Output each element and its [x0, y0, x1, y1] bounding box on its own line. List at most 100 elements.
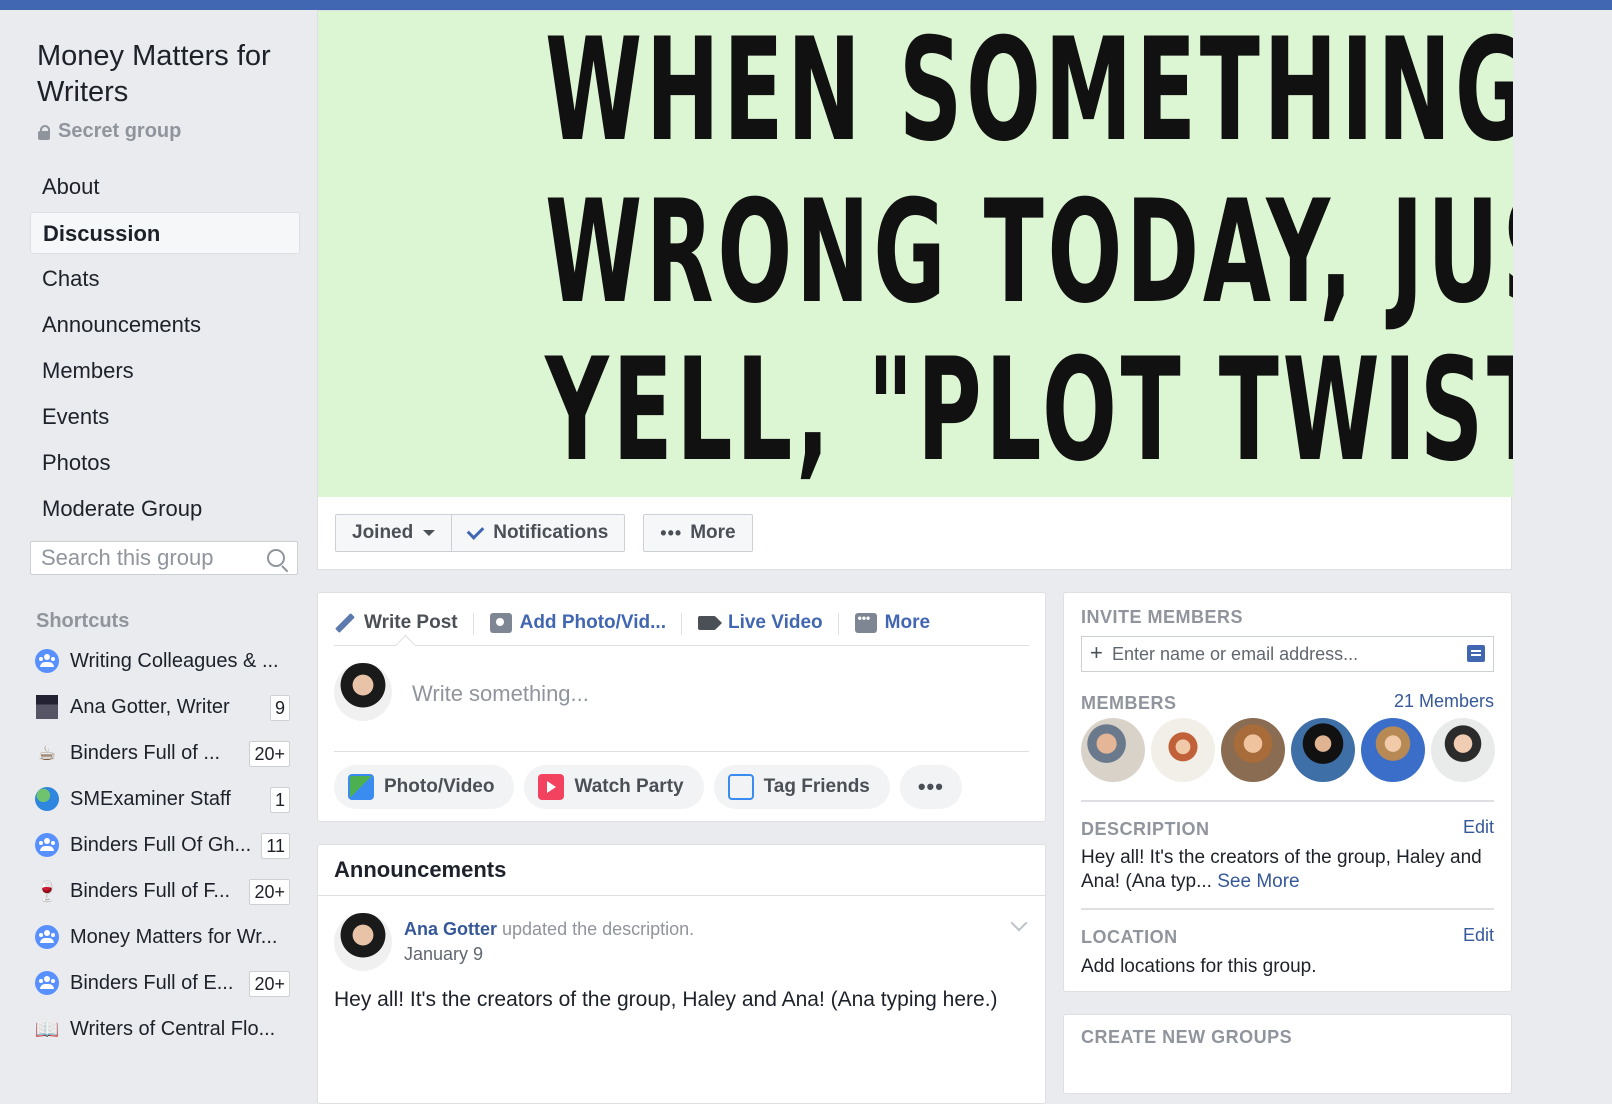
note-icon[interactable] [1467, 645, 1485, 662]
shortcut-label: Writers of Central Flo... [70, 1017, 276, 1040]
cover-photo[interactable]: WHEN SOMETHING GOES WRONG TODAY, JUST YE… [318, 11, 1513, 497]
book-icon: 📖 [34, 1018, 60, 1041]
shortcut-label: Ana Gotter, Writer [70, 695, 230, 718]
announcement-header: Ana Gotter updated the description. [404, 919, 694, 940]
member-avatar[interactable] [1431, 718, 1495, 782]
search-icon[interactable] [267, 549, 285, 567]
pencil-icon [334, 613, 356, 633]
watch-party-button[interactable]: Watch Party [524, 765, 704, 809]
create-new-groups-label: CREATE NEW GROUPS [1081, 1027, 1293, 1047]
shortcut-item[interactable]: Binders Full of E... 20+ [34, 960, 296, 1006]
post-composer: Write Post Add Photo/Vid... Live Video M… [317, 592, 1046, 822]
write-something-input[interactable] [410, 675, 1014, 713]
members-count-link[interactable]: 21 Members [1394, 691, 1494, 712]
more-options-button[interactable]: ••• [899, 765, 962, 809]
tab-write-post-label: Write Post [364, 612, 458, 633]
nav-item-moderate-group[interactable]: Moderate Group [30, 488, 300, 530]
nav-item-members[interactable]: Members [30, 350, 300, 392]
nav-item-events[interactable]: Events [30, 396, 300, 438]
shortcut-item[interactable]: Ana Gotter, Writer 9 [34, 684, 296, 730]
shortcut-label: SMExaminer Staff [70, 787, 231, 810]
photo-video-button[interactable]: Photo/Video [334, 765, 515, 809]
shortcut-badge: 1 [269, 787, 290, 813]
member-avatar[interactable] [1291, 718, 1355, 782]
cover-text-line: WHEN SOMETHING GOES [545, 11, 1513, 173]
nav-item-photos[interactable]: Photos [30, 442, 300, 484]
shortcut-item[interactable]: 📖 Writers of Central Flo... [34, 1006, 296, 1052]
video-camera-icon [697, 613, 720, 633]
tab-more[interactable]: More [854, 601, 946, 645]
notifications-label: Notifications [493, 522, 609, 543]
nav-item-discussion[interactable]: Discussion [30, 212, 300, 254]
nav-item-chats[interactable]: Chats [30, 258, 300, 300]
joined-button[interactable]: Joined [335, 514, 452, 552]
composer-actions: Photo/Video Watch Party Tag Friends ••• [334, 765, 962, 809]
photo-video-label: Photo/Video [384, 776, 495, 797]
avatar[interactable] [334, 663, 392, 721]
member-avatar[interactable] [1151, 718, 1215, 782]
more-button[interactable]: ••• More [643, 514, 753, 552]
group-icon [34, 924, 60, 950]
lock-icon [38, 124, 50, 140]
announcements-title[interactable]: Announcements [334, 857, 506, 883]
shortcuts-list: Writing Colleagues & ... Ana Gotter, Wri… [34, 638, 296, 1052]
announcement-date[interactable]: January 9 [404, 944, 483, 965]
group-icon [34, 648, 60, 674]
top-nav-bar [0, 0, 1612, 10]
more-label: More [690, 522, 736, 543]
joined-label: Joined [352, 522, 414, 543]
shortcuts-title: Shortcuts [36, 610, 130, 632]
notifications-button[interactable]: Notifications [451, 514, 626, 552]
caret-down-icon [423, 530, 436, 536]
author-link[interactable]: Ana Gotter [404, 919, 497, 939]
tag-friends-label: Tag Friends [763, 776, 870, 797]
composer-tabs: Write Post Add Photo/Vid... Live Video M… [334, 601, 1029, 646]
member-avatar[interactable] [1221, 718, 1285, 782]
invite-members-box: + [1081, 636, 1494, 672]
shortcut-item[interactable]: ☕ Binders Full of ... 20+ [34, 730, 296, 776]
description-edit-link[interactable]: Edit [1463, 817, 1494, 838]
tab-add-photo-video[interactable]: Add Photo/Vid... [489, 601, 683, 645]
nav-item-announcements[interactable]: Announcements [30, 304, 300, 346]
group-title[interactable]: Money Matters for Writers [37, 38, 307, 110]
chevron-down-icon[interactable] [1010, 914, 1028, 932]
tab-add-photo-label: Add Photo/Vid... [519, 612, 666, 633]
group-search-box [30, 541, 298, 575]
group-actions: Joined Notifications ••• More [335, 514, 753, 554]
photo-icon [348, 774, 374, 800]
description-label: DESCRIPTION [1081, 819, 1210, 839]
shortcut-badge: 20+ [249, 879, 290, 905]
tag-friends-button[interactable]: Tag Friends [713, 765, 890, 809]
members-avatars [1081, 718, 1495, 782]
shortcut-badge: 20+ [249, 741, 290, 767]
group-nav: About Discussion Chats Announcements Mem… [30, 166, 300, 534]
divider [1081, 800, 1494, 802]
left-sidebar: Money Matters for Writers Secret group A… [0, 10, 318, 1078]
announcement-action: updated the description. [497, 919, 695, 939]
group-info-card: INVITE MEMBERS + MEMBERS 21 Members DESC… [1063, 592, 1512, 992]
cover-text-line: WRONG TODAY, JUST [545, 170, 1513, 335]
shortcut-item[interactable]: Writing Colleagues & ... [34, 638, 296, 684]
group-search-input[interactable] [41, 544, 261, 572]
privacy-label: Secret group [58, 120, 182, 142]
plus-icon: + [1090, 640, 1103, 665]
ellipsis-icon: ••• [660, 522, 683, 543]
shortcut-item[interactable]: Money Matters for Wr... [34, 914, 296, 960]
shortcut-item[interactable]: Binders Full Of Gh... 11 [34, 822, 296, 868]
shortcut-item[interactable]: 🍷 Binders Full of F... 20+ [34, 868, 296, 914]
divider [318, 895, 1045, 896]
invite-members-input[interactable] [1112, 640, 1452, 668]
shortcut-item[interactable]: SMExaminer Staff 1 [34, 776, 296, 822]
avatar[interactable] [334, 913, 392, 971]
tab-live-video[interactable]: Live Video [697, 601, 839, 645]
nav-item-about[interactable]: About [30, 166, 300, 208]
member-avatar[interactable] [1361, 718, 1425, 782]
see-more-link[interactable]: See More [1217, 871, 1299, 892]
group-icon [34, 970, 60, 996]
announcement-text: Hey all! It's the creators of the group,… [334, 988, 998, 1011]
location-edit-link[interactable]: Edit [1463, 925, 1494, 946]
group-privacy: Secret group [38, 120, 181, 143]
shortcut-badge: 20+ [249, 971, 290, 997]
shortcut-badge: 9 [269, 695, 290, 721]
member-avatar[interactable] [1081, 718, 1145, 782]
